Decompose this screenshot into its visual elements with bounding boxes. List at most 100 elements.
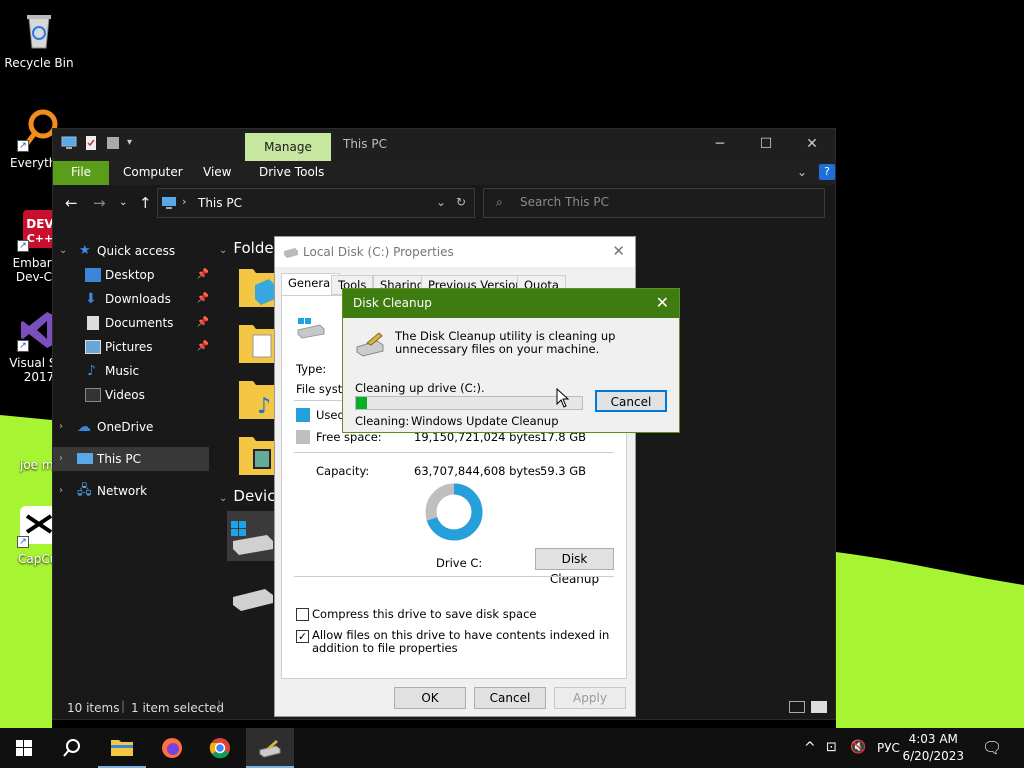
- back-arrow-icon[interactable]: ←: [65, 194, 78, 212]
- cancel-button[interactable]: Cancel: [474, 687, 546, 709]
- pin-icon[interactable]: 📌: [197, 287, 209, 311]
- help-icon[interactable]: ?: [819, 164, 835, 180]
- recent-locations-chevron-icon[interactable]: ⌄: [119, 197, 127, 208]
- nav-network[interactable]: › 🖧 Network: [53, 479, 209, 503]
- properties-icon[interactable]: [83, 135, 99, 151]
- address-bar[interactable]: › This PC ⌄ ↻: [157, 188, 475, 218]
- explorer-titlebar[interactable]: ▾ Manage This PC ─ ☐ ✕: [53, 129, 835, 161]
- refresh-icon[interactable]: ↻: [456, 195, 466, 209]
- forward-arrow-icon[interactable]: →: [93, 194, 106, 212]
- capacity-gb: 59.3 GB: [540, 464, 587, 478]
- up-arrow-icon[interactable]: ↑: [139, 194, 152, 212]
- taskbar-chrome[interactable]: [196, 728, 244, 768]
- 3d-objects-folder-icon[interactable]: [239, 265, 275, 307]
- ribbon-expand-chevron-icon[interactable]: ⌄: [797, 161, 807, 185]
- collapse-chevron-icon: ⌄: [219, 493, 228, 504]
- pin-icon[interactable]: 📌: [197, 263, 209, 287]
- network-status-icon[interactable]: ⊡: [826, 728, 837, 768]
- nav-downloads[interactable]: ⬇ Downloads 📌: [53, 287, 209, 311]
- videos-folder-icon[interactable]: [239, 433, 275, 475]
- minimize-button[interactable]: ─: [697, 129, 743, 161]
- tab-manage[interactable]: Manage: [245, 133, 331, 161]
- breadcrumb-chevron-icon[interactable]: ›: [182, 195, 186, 208]
- nav-onedrive[interactable]: › ☁ OneDrive: [53, 415, 209, 439]
- large-icons-view-icon[interactable]: [811, 701, 827, 713]
- nav-quick-access[interactable]: ⌄ ★ Quick access: [53, 239, 209, 263]
- tab-view[interactable]: View: [203, 161, 231, 185]
- expand-chevron-icon[interactable]: ›: [59, 479, 63, 503]
- notifications-icon[interactable]: 🗨: [982, 728, 1002, 768]
- divider: [294, 452, 614, 453]
- svg-text:DEV: DEV: [26, 217, 54, 231]
- firefox-icon: [162, 738, 182, 758]
- nav-pictures[interactable]: Pictures 📌: [53, 335, 209, 359]
- pin-icon[interactable]: 📌: [197, 335, 209, 359]
- close-button[interactable]: ✕: [789, 129, 835, 161]
- navigation-pane: ⌄ ★ Quick access Desktop 📌 ⬇ Downloads 📌…: [53, 239, 209, 503]
- shortcut-arrow-icon: ↗: [17, 240, 29, 252]
- desktop-icon-recycle-bin[interactable]: Recycle Bin: [0, 8, 78, 70]
- nav-desktop[interactable]: Desktop 📌: [53, 263, 209, 287]
- show-hidden-icons-chevron-icon[interactable]: ^: [804, 728, 816, 768]
- item-count: 10 items: [67, 701, 120, 715]
- shortcut-arrow-icon: ↗: [17, 340, 29, 352]
- index-checkbox[interactable]: ✓: [296, 630, 309, 643]
- expand-chevron-icon[interactable]: ›: [59, 415, 63, 439]
- collapse-chevron-icon[interactable]: ⌄: [59, 239, 67, 263]
- details-view-icon[interactable]: [789, 701, 805, 713]
- nav-this-pc[interactable]: › This PC: [53, 447, 209, 471]
- search-button[interactable]: [48, 728, 96, 768]
- documents-folder-icon[interactable]: [239, 321, 275, 363]
- drive-icon[interactable]: [231, 583, 275, 613]
- music-folder-icon[interactable]: ♪: [239, 377, 275, 419]
- customize-chevron-icon[interactable]: ▾: [127, 135, 143, 151]
- cleanup-cancel-button[interactable]: Cancel: [595, 390, 667, 412]
- new-folder-icon[interactable]: [105, 135, 121, 151]
- start-button[interactable]: [0, 728, 48, 768]
- tab-file[interactable]: File: [53, 161, 109, 185]
- pin-icon[interactable]: 📌: [197, 311, 209, 335]
- type-label: Type:: [296, 362, 327, 376]
- nav-videos[interactable]: Videos: [53, 383, 209, 407]
- videos-icon: [85, 388, 101, 402]
- compress-checkbox[interactable]: [296, 608, 309, 621]
- nav-documents[interactable]: Documents 📌: [53, 311, 209, 335]
- close-icon[interactable]: ✕: [656, 293, 669, 312]
- cleanup-progress-bar: [355, 396, 583, 410]
- disk-cleanup-titlebar[interactable]: Disk Cleanup ✕: [343, 289, 679, 318]
- taskbar-firefox[interactable]: [148, 728, 196, 768]
- expand-chevron-icon[interactable]: ›: [59, 447, 63, 471]
- drive-name-label: Drive C:: [436, 556, 483, 570]
- nav-label: Downloads: [105, 292, 171, 306]
- language-indicator[interactable]: РУС: [877, 728, 900, 768]
- disk-cleanup-dialog[interactable]: Disk Cleanup ✕ The Disk Cleanup utility …: [342, 288, 680, 433]
- properties-title: Local Disk (C:) Properties: [303, 245, 454, 259]
- volume-muted-icon[interactable]: 🔇: [850, 728, 866, 768]
- taskbar-disk-cleanup[interactable]: [246, 728, 294, 768]
- nav-label: Videos: [105, 388, 145, 402]
- local-disk-c-tile[interactable]: [227, 511, 277, 561]
- shortcut-arrow-icon: ↗: [17, 536, 29, 548]
- music-note-icon: ♪: [87, 363, 96, 379]
- search-box[interactable]: ⌕: [483, 188, 825, 218]
- section-header-folders[interactable]: ⌄ Folder: [219, 239, 280, 257]
- clock[interactable]: 4:03 AM 6/20/2023: [902, 731, 964, 765]
- maximize-button[interactable]: ☐: [743, 129, 789, 161]
- computer-icon[interactable]: [61, 135, 77, 151]
- search-icon: [63, 739, 80, 757]
- disk-cleanup-button[interactable]: Disk Cleanup: [535, 548, 614, 586]
- properties-titlebar[interactable]: Local Disk (C:) Properties ✕: [275, 237, 635, 267]
- nav-music[interactable]: ♪ Music: [53, 359, 209, 383]
- svg-text:C++: C++: [27, 232, 54, 245]
- tab-drive-tools[interactable]: Drive Tools: [259, 161, 324, 185]
- search-input[interactable]: [520, 195, 810, 209]
- address-row: ← → ⌄ ↑ › This PC ⌄ ↻ ⌕: [53, 185, 835, 223]
- taskbar-file-explorer[interactable]: [98, 728, 146, 768]
- address-dropdown-icon[interactable]: ⌄: [436, 195, 446, 209]
- apply-button[interactable]: Apply: [554, 687, 626, 709]
- section-label: Folder: [233, 239, 280, 257]
- ok-button[interactable]: OK: [394, 687, 466, 709]
- status-divider: |: [217, 699, 222, 713]
- close-icon[interactable]: ✕: [612, 242, 625, 260]
- tab-computer[interactable]: Computer: [123, 161, 183, 185]
